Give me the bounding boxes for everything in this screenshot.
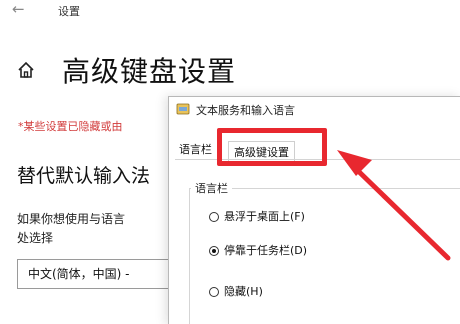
- radio-circle[interactable]: [209, 287, 219, 297]
- input-method-select[interactable]: 中文(简体，中国) -: [17, 259, 177, 289]
- keyboard-icon: [176, 103, 190, 115]
- radio-label: 隐藏(H): [224, 285, 263, 298]
- tab-language-bar[interactable]: 语言栏: [179, 141, 212, 157]
- radio-dock-in-taskbar[interactable]: 停靠于任务栏(D): [209, 242, 307, 258]
- radio-circle[interactable]: [209, 212, 219, 222]
- radio-label: 停靠于任务栏(D): [224, 244, 308, 257]
- home-icon[interactable]: [16, 60, 36, 80]
- input-method-select-value: 中文(简体，中国) -: [28, 267, 130, 281]
- screen: ← 设置 高级键盘设置 *某些设置已隐藏或由 替代默认输入法 如果你想使用与语言…: [0, 0, 460, 324]
- warning-text: *某些设置已隐藏或由: [18, 120, 123, 133]
- dialog-title: 文本服务和输入语言: [196, 104, 295, 117]
- description-line-1: 如果你想使用与语言: [17, 212, 126, 226]
- page-title: 高级键盘设置: [62, 55, 237, 88]
- annotation-highlight-box: [217, 128, 327, 166]
- radio-float-on-desktop[interactable]: 悬浮于桌面上(F): [209, 208, 305, 224]
- back-arrow-icon[interactable]: ←: [12, 0, 25, 18]
- radio-hidden[interactable]: 隐藏(H): [209, 283, 263, 299]
- section-heading: 替代默认输入法: [17, 165, 151, 187]
- radio-circle-checked[interactable]: [209, 246, 219, 256]
- window-title: 设置: [58, 5, 80, 18]
- group-label: 语言栏: [191, 180, 232, 196]
- description-line-2: 处选择: [17, 231, 54, 245]
- dialog-titlebar[interactable]: 文本服务和输入语言: [169, 97, 460, 121]
- radio-label: 悬浮于桌面上(F): [224, 210, 305, 223]
